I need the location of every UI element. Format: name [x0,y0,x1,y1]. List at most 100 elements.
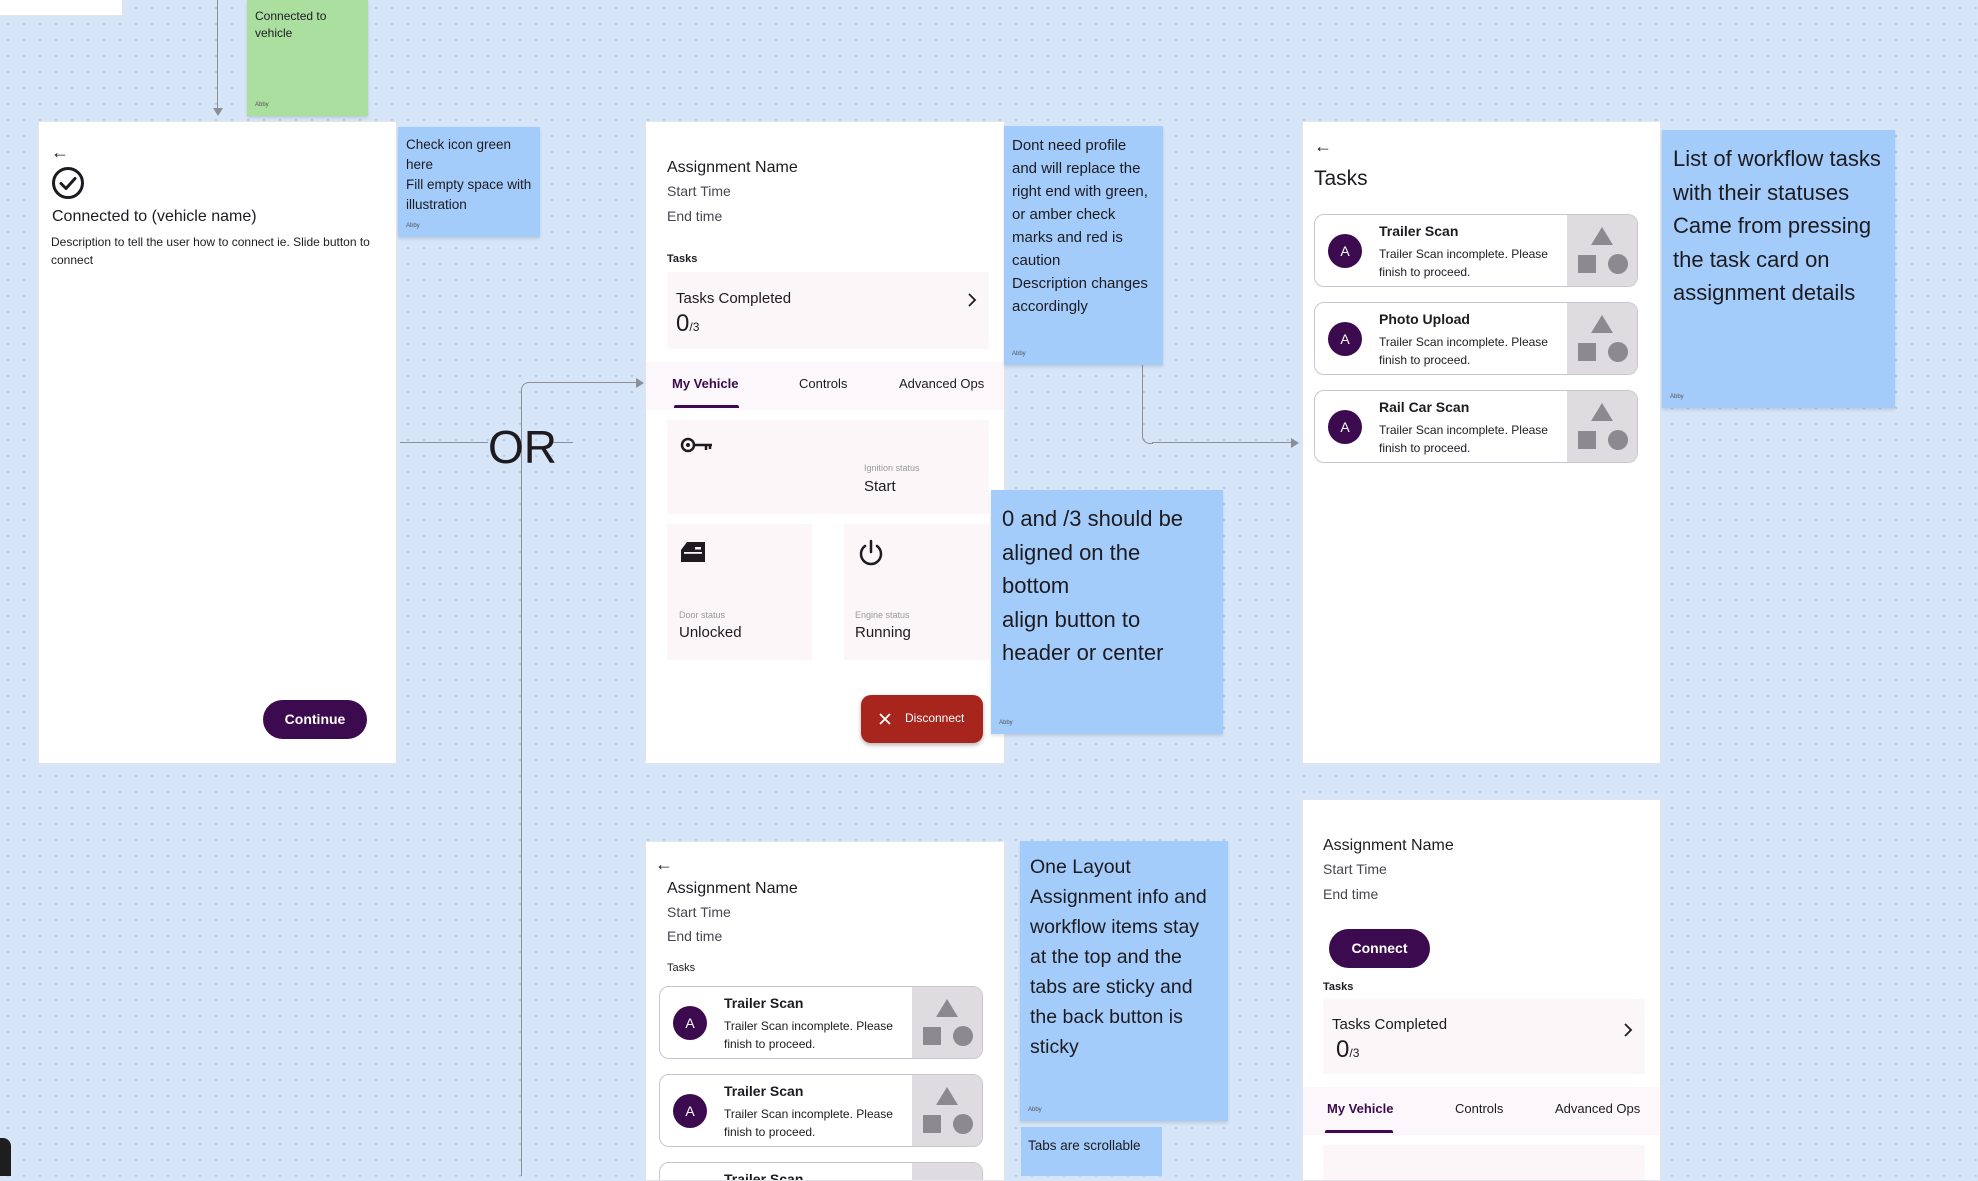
connector-line [217,0,218,112]
sticky-note-workflow: List of workflow tasks with their status… [1662,130,1895,408]
tasks-completed-label: Tasks Completed [676,290,792,307]
or-label: OR [488,421,557,473]
tasks-label: Tasks [1323,981,1354,993]
avatar: A [1328,233,1362,268]
shapes-placeholder-icon [1578,315,1628,362]
sticky-note-alignment: 0 and /3 should be aligned on the bottom… [991,490,1223,734]
arrow-head [1291,438,1299,448]
screen-assignment-details: Assignment Name Start Time End time Task… [645,121,1005,764]
connect-button[interactable]: Connect [1329,929,1430,968]
tab-bar: My Vehicle Controls Advanced Ops [646,362,1004,410]
ignition-status-label: Ignition status [864,463,920,473]
task-card[interactable]: A Trailer Scan [659,1162,983,1181]
tasks-total: /3 [689,320,700,334]
assignment-name: Assignment Name [667,159,798,176]
task-name: Trailer Scan [724,1171,804,1181]
screen-assignment-connect: Assignment Name Start Time End time Conn… [1302,799,1661,1181]
tab-my-vehicle[interactable]: My Vehicle [672,376,738,391]
task-card[interactable]: A Trailer Scan Trailer Scan incomplete. … [659,1074,983,1147]
engine-status-value: Running [855,624,911,641]
disconnect-label: Disconnect [905,711,965,725]
media-placeholder [912,1075,982,1146]
active-tab-indicator [1325,1130,1393,1133]
task-status: Trailer Scan incomplete. Please finish t… [1379,423,1548,455]
chevron-right-icon [967,292,977,308]
task-card[interactable]: A Trailer Scan Trailer Scan incomplete. … [1314,214,1638,287]
ignition-tile: Ignition status Start [667,420,989,514]
tasks-count: 0/3 [1336,1036,1359,1064]
task-name: Photo Upload [1379,311,1470,327]
tab-advanced-ops[interactable]: Advanced Ops [899,376,984,391]
door-status-label: Door status [679,610,726,620]
task-name: Rail Car Scan [1379,399,1470,415]
connector-corner [521,382,532,393]
door-status-value: Unlocked [679,624,742,641]
active-tab-indicator [674,405,739,408]
tasks-title: Tasks [1314,167,1368,190]
task-status: Trailer Scan incomplete. Please finish t… [1379,335,1548,367]
sticky-text: Check icon green here Fill empty space w… [406,137,532,212]
shapes-placeholder-icon [1578,403,1628,450]
start-time: Start Time [1323,861,1387,877]
sticky-text: One Layout Assignment info and workflow … [1030,856,1207,1058]
connector-line [521,392,522,1176]
tasks-label: Tasks [667,253,698,265]
sticky-text: Connected to vehicle [255,9,327,40]
continue-button[interactable]: Continue [263,700,367,739]
disconnect-button[interactable]: Disconnect [861,695,983,743]
back-arrow-icon[interactable]: ← [655,855,673,873]
tasks-completed-label: Tasks Completed [1332,1016,1448,1033]
sticky-author: Abby [406,223,420,229]
shapes-placeholder-icon [923,1087,973,1134]
shapes-placeholder-icon [923,999,973,1046]
chevron-right-icon [1623,1022,1633,1038]
task-card[interactable]: A Trailer Scan Trailer Scan incomplete. … [659,986,983,1059]
connector-line [531,382,637,383]
task-status: Trailer Scan incomplete. Please finish t… [1379,247,1548,279]
start-time: Start Time [667,183,731,199]
tab-bar: My Vehicle Controls Advanced Ops [1303,1087,1660,1135]
tab-controls[interactable]: Controls [799,376,847,391]
avatar: A [673,1005,707,1040]
tab-advanced-ops[interactable]: Advanced Ops [1555,1101,1640,1116]
screen-tasks-list: ← Tasks A Trailer Scan Trailer Scan inco… [1302,121,1661,764]
media-placeholder [1567,391,1637,462]
avatar: A [673,1093,707,1128]
sticky-note-tabs-scrollable: Tabs are scrollable [1021,1127,1162,1176]
engine-status-label: Engine status [855,610,910,620]
tab-controls[interactable]: Controls [1455,1101,1503,1116]
avatar: A [1328,321,1362,356]
tasks-completed-card[interactable]: Tasks Completed 0/3 [667,272,989,349]
tasks-done: 0 [676,310,690,337]
arrow-head [213,108,223,116]
connector-line [400,442,488,443]
task-status: Trailer Scan incomplete. Please finish t… [724,1019,893,1051]
media-placeholder [1567,215,1637,286]
sticky-author: Abby [1028,1107,1042,1113]
media-placeholder [912,1163,982,1180]
start-time: Start Time [667,904,731,920]
sticky-text: 0 and /3 should be aligned on the bottom… [1002,506,1184,665]
key-icon [680,436,714,454]
close-icon [878,712,892,726]
task-card[interactable]: A Photo Upload Trailer Scan incomplete. … [1314,302,1638,375]
connector-line [1152,442,1292,443]
door-icon [679,540,707,564]
tasks-completed-card[interactable]: Tasks Completed 0/3 [1323,999,1645,1074]
tasks-count: 0/3 [676,310,699,338]
back-arrow-icon[interactable]: ← [1314,137,1332,155]
end-time: End time [1323,886,1379,902]
partial-frame-top [0,0,123,16]
task-name: Trailer Scan [724,1083,804,1099]
tab-my-vehicle[interactable]: My Vehicle [1327,1101,1393,1116]
sticky-author: Abby [1670,394,1684,400]
sticky-note-one-layout: One Layout Assignment info and workflow … [1020,841,1228,1121]
task-card[interactable]: A Rail Car Scan Trailer Scan incomplete.… [1314,390,1638,463]
task-name: Trailer Scan [1379,223,1459,239]
assignment-name: Assignment Name [1323,837,1454,854]
arrow-head [636,378,644,388]
sticky-author: Abby [255,102,269,108]
tasks-label: Tasks [667,962,696,974]
back-arrow-icon[interactable]: ← [51,143,69,161]
sticky-note-connected: Connected to vehicle Abby [247,0,368,116]
